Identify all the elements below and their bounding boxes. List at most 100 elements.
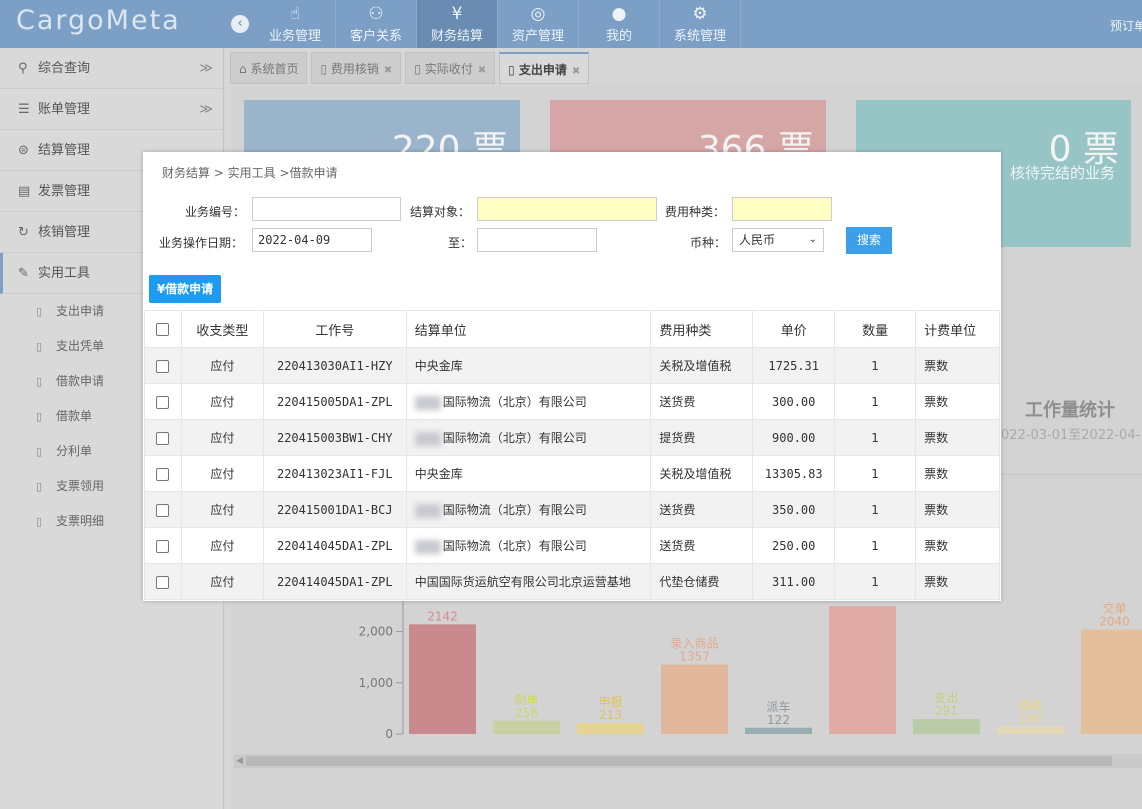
topnav-item[interactable]: ◎ 资产管理 [498,0,579,48]
tab-bar: ⌂ 系统首页 ▯ 费用核销 ✖ ▯ 实际收付 ✖ ▯ 支出申请 ✖ [230,52,593,86]
table-row[interactable]: 应付 220413023AI1-FJL 中央金库 关税及增值税 13305.83 1 票数 [144,455,1000,492]
row-checkbox[interactable] [156,539,170,553]
tab-item[interactable]: ▯ 实际收付 ✖ [405,52,496,84]
row-checkbox[interactable] [156,359,170,373]
settle-unit-text: 国际物流（北京）有限公司 [442,539,587,553]
cell-price: 250.00 [752,527,836,564]
search-button[interactable]: 搜索 [846,227,892,254]
close-icon[interactable]: ✖ [572,66,580,77]
bar[interactable] [913,719,980,734]
table-row[interactable]: 应付 220414045DA1-ZPL 中国国际货运航空有限公司北京运营基地 代垫仓储… [144,563,1000,600]
sidebar-item[interactable]: ☰ 账单管理 ≫ [0,89,223,130]
list-icon: ☰ [18,102,30,117]
sidebar-item[interactable]: ⚲ 综合查询 ≫ [0,48,223,89]
row-checkbox[interactable] [156,395,170,409]
cell-unit: 票数 [915,455,1000,492]
document-icon: ▯ [414,62,425,76]
divider [1001,474,1142,475]
bar-category-label: 交单 [1102,601,1126,616]
bar[interactable] [829,606,896,734]
topnav-item[interactable]: ⚇ 客户关系 [336,0,417,48]
bar[interactable] [661,664,728,734]
preorder-link[interactable]: 预订单 [1110,17,1142,34]
close-icon[interactable]: ✖ [384,65,392,76]
cell-job-no: 220413030AI1-HZY [262,347,407,384]
sidebar-subitem-label: 借款申请 [56,374,105,388]
topnav-item[interactable]: ¥ 财务结算 [417,0,498,48]
topnav-item[interactable]: ☝ 业务管理 [255,0,336,48]
col-header[interactable]: 单价 [752,310,836,348]
bar-value-label: 2040 [1099,615,1130,629]
settle-target-label: 结算对象： [410,205,471,219]
yen-icon: ¥ [451,4,463,24]
redacted-text [414,503,441,518]
row-checkbox[interactable] [156,575,170,589]
op-date-from-input[interactable]: 2022-04-09 [252,228,372,252]
row-checkbox[interactable] [156,431,170,445]
currency-selected: 人民币 [739,233,776,247]
sidebar-subitem-label: 借款单 [56,409,93,423]
biz-no-input[interactable] [252,197,401,221]
tab-item[interactable]: ▯ 支出申请 ✖ [499,52,590,84]
scrollbar-thumb[interactable] [246,756,1112,766]
wrench-icon: ✎ [18,266,29,281]
cell-price: 350.00 [752,491,836,528]
table-row[interactable]: 应付 220415003BW1-CHY 国际物流（北京）有限公司 提货费 900.00 1… [144,419,1000,456]
op-date-label: 业务操作日期： [159,236,244,250]
cell-type: 应付 [180,347,264,384]
bar[interactable] [493,720,560,734]
table-row[interactable]: 应付 220415005DA1-ZPL 国际物流（北京）有限公司 送货费 300.00 1… [144,383,1000,420]
tab-label: 费用核销 [330,62,379,76]
user-icon: ● [611,4,627,24]
chevron-down-icon: ≫ [199,61,213,76]
op-date-to-input[interactable] [477,228,597,252]
stat-card-2[interactable]: 366 票 [550,100,826,170]
sidebar-item-label: 实用工具 [38,266,91,281]
cell-price: 13305.83 [752,455,836,492]
stat-card-1[interactable]: 220 票 [244,100,520,170]
topnav-item-label: 我的 [605,29,632,44]
row-select-cell [144,419,182,456]
cell-settle-unit: 国际物流（北京）有限公司 [405,527,652,564]
loan-apply-button[interactable]: ¥借款申请 [149,275,221,303]
chart-scrollbar[interactable]: ◀ [234,754,1142,768]
app-logo[interactable]: CargoMeta [16,5,181,36]
col-header[interactable]: 计费单位 [915,310,1000,348]
settle-unit-text: 国际物流（北京）有限公司 [442,395,587,409]
col-header[interactable]: 工作号 [262,310,407,348]
document-icon: ▯ [36,410,43,423]
cell-settle-unit: 国际物流（北京）有限公司 [405,491,652,528]
table-row[interactable]: 应付 220414045DA1-ZPL 国际物流（北京）有限公司 送货费 250.00 1… [144,527,1000,564]
close-icon[interactable]: ✖ [478,65,486,76]
col-header[interactable]: 结算单位 [405,310,652,348]
bar-value-label: 146 [1019,712,1042,726]
cell-job-no: 220414045DA1-ZPL [262,527,407,564]
cell-unit: 票数 [915,491,1000,528]
row-checkbox[interactable] [156,467,170,481]
tab-item[interactable]: ⌂ 系统首页 [230,52,308,84]
workload-title: 工作量统计 [1025,400,1115,421]
bar[interactable] [409,624,476,734]
col-header[interactable]: 数量 [834,310,917,348]
sidebar-subitem-label: 支出凭单 [56,339,105,353]
currency-select[interactable]: 人民币 ⌄ [732,228,824,252]
col-header[interactable]: 费用种类 [650,310,754,348]
topnav-item[interactable]: ⚙ 系统管理 [660,0,741,48]
bar[interactable] [577,723,644,734]
select-all-checkbox[interactable] [156,322,170,336]
topnav-item[interactable]: ● 我的 [579,0,660,48]
cell-unit: 票数 [915,383,1000,420]
bar[interactable] [745,727,812,734]
table-row[interactable]: 应付 220415001DA1-BCJ 国际物流（北京）有限公司 送货费 350.00 1… [144,491,1000,528]
fee-type-input[interactable] [732,197,832,221]
table-row[interactable]: 应付 220413030AI1-HZY 中央金库 关税及增值税 1725.31 1 票数 [144,347,1000,384]
col-header[interactable]: 收支类型 [180,310,264,348]
settle-target-input[interactable] [477,197,657,221]
collapse-sidebar-button[interactable]: ‹ [231,15,249,33]
scroll-left-arrow-icon[interactable]: ◀ [236,754,243,768]
bar[interactable] [1081,629,1142,734]
tab-item[interactable]: ▯ 费用核销 ✖ [311,52,402,84]
bar[interactable] [997,726,1064,734]
cell-fee-type: 送货费 [650,383,754,420]
row-checkbox[interactable] [156,503,170,517]
